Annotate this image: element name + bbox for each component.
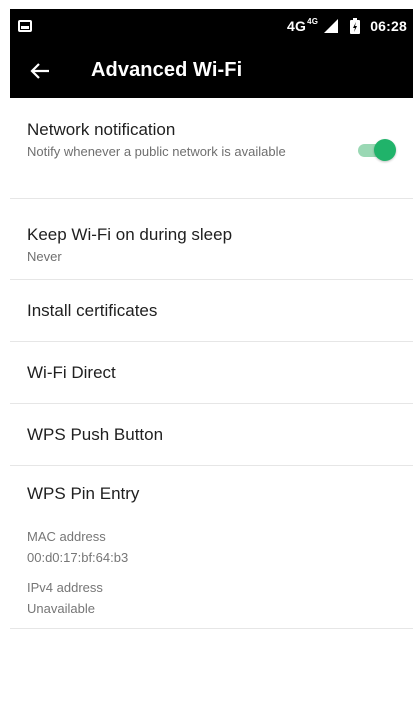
- ipv4-address-value: Unavailable: [27, 601, 95, 616]
- install-certificates-title: Install certificates: [27, 300, 158, 320]
- status-time: 06:28: [370, 18, 407, 34]
- top-bar: 4G 4G 06:28 Advanced Wi-Fi: [10, 9, 413, 98]
- page-title: Advanced Wi-Fi: [91, 59, 243, 81]
- status-bar: 4G 4G 06:28: [10, 9, 413, 43]
- connection-info: MAC address 00:d0:17:bf:64:b3 IPv4 addre…: [10, 522, 413, 629]
- signal-icon: [324, 19, 339, 33]
- mac-address-value: 00:d0:17:bf:64:b3: [27, 550, 129, 565]
- status-indicators: 4G 4G 06:28: [287, 17, 407, 35]
- notification-image-icon: [18, 20, 32, 32]
- wps-push-button-item[interactable]: WPS Push Button: [10, 404, 413, 466]
- toggle-thumb: [374, 139, 396, 161]
- network-notification-item[interactable]: Network notification Notify whenever a p…: [10, 98, 413, 199]
- arrow-back-icon[interactable]: [30, 63, 50, 79]
- network-notification-title: Network notification: [27, 120, 176, 139]
- keep-wifi-title: Keep Wi-Fi on during sleep: [27, 225, 233, 244]
- wifi-direct-item[interactable]: Wi-Fi Direct: [10, 342, 413, 404]
- battery-icon: [350, 18, 361, 34]
- network-type: 4G 4G: [287, 17, 319, 35]
- settings-list: Network notification Notify whenever a p…: [10, 98, 413, 629]
- network-notification-toggle[interactable]: [358, 139, 396, 161]
- network-type-label: 4G: [287, 18, 307, 34]
- wifi-direct-title: Wi-Fi Direct: [27, 362, 116, 382]
- app-bar: Advanced Wi-Fi: [10, 43, 413, 98]
- keep-wifi-item[interactable]: Keep Wi-Fi on during sleep Never: [10, 199, 413, 280]
- keep-wifi-subtitle: Never: [27, 249, 62, 264]
- wps-pin-entry-item[interactable]: WPS Pin Entry: [10, 466, 413, 522]
- wps-push-button-title: WPS Push Button: [27, 424, 164, 444]
- network-type-sup: 4G: [307, 17, 319, 26]
- network-notification-subtitle: Notify whenever a public network is avai…: [27, 144, 286, 159]
- mac-address-label: MAC address: [27, 529, 106, 544]
- install-certificates-item[interactable]: Install certificates: [10, 280, 413, 342]
- wps-pin-entry-title: WPS Pin Entry: [27, 484, 140, 503]
- screen: 4G 4G 06:28 Advanced Wi-Fi Network notif…: [0, 0, 413, 728]
- ipv4-address-label: IPv4 address: [27, 580, 103, 595]
